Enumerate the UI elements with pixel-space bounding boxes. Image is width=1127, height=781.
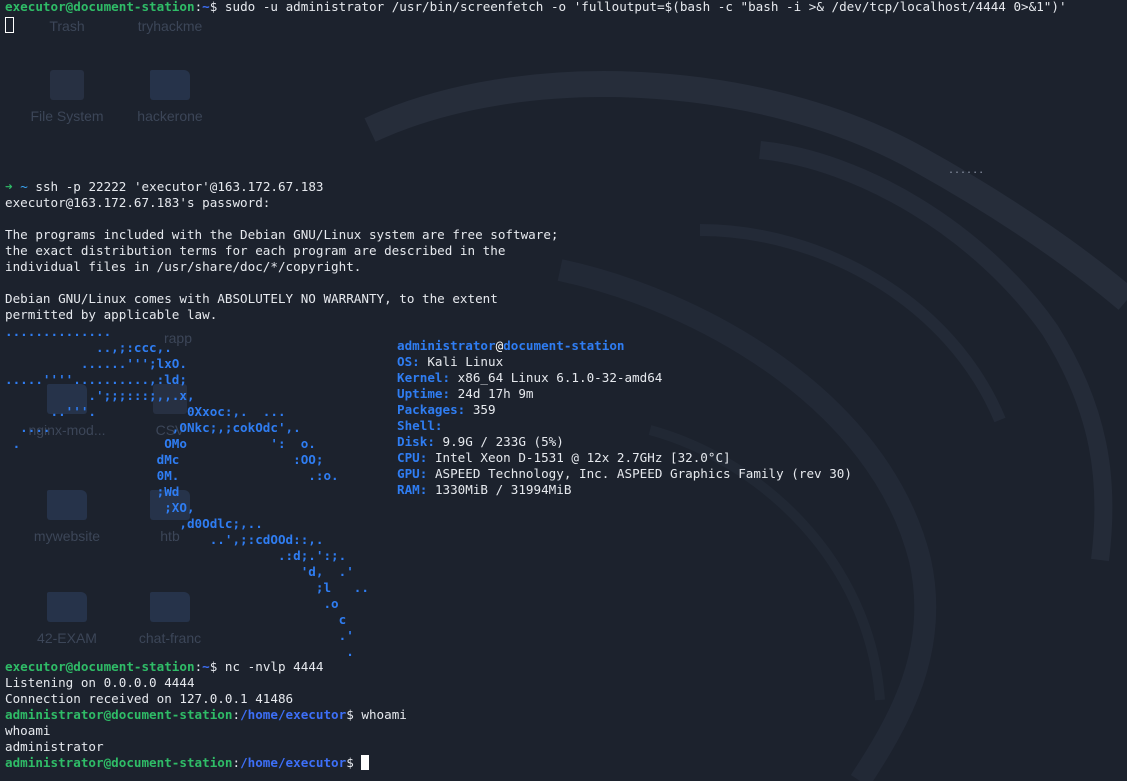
info-key: OS: bbox=[397, 354, 420, 369]
whoami-output: administrator bbox=[5, 739, 104, 754]
info-host: document-station bbox=[503, 338, 625, 353]
logo-line: . OMo ': o. bbox=[5, 436, 316, 451]
info-key: Kernel: bbox=[397, 370, 451, 385]
info-row-os: OS: Kali Linux bbox=[397, 354, 852, 370]
info-key: Packages: bbox=[397, 402, 466, 417]
info-value: x86_64 Linux 6.1.0-32-amd64 bbox=[457, 370, 663, 385]
info-value: 1330MiB / 31994MiB bbox=[434, 482, 572, 497]
info-user-host: administrator@document-station bbox=[397, 338, 852, 354]
info-row-kernel: Kernel: x86_64 Linux 6.1.0-32-amd64 bbox=[397, 370, 852, 386]
logo-line: 0M. .:o. bbox=[5, 468, 339, 483]
logo-line: ..',;:cdOOd::,. bbox=[5, 532, 324, 547]
motd-line: the exact distribution terms for each pr… bbox=[5, 243, 506, 258]
command-line-current[interactable]: administrator@document-station:/home/exe… bbox=[5, 755, 370, 771]
info-row-uptime: Uptime: 24d 17h 9m bbox=[397, 386, 852, 402]
echo-line: whoami bbox=[5, 723, 51, 738]
logo-line: .';;;:::;,,.x, bbox=[5, 388, 195, 403]
info-key: Disk: bbox=[397, 434, 435, 449]
terminal-cursor-inactive bbox=[5, 17, 14, 33]
logo-line: ;Wd bbox=[5, 484, 180, 499]
logo-line: .............. bbox=[5, 324, 112, 339]
listening-line: Listening on 0.0.0.0 4444 bbox=[5, 675, 195, 690]
info-row-cpu: CPU: Intel Xeon D-1531 @ 12x 2.7GHz [32.… bbox=[397, 450, 852, 466]
logo-line: ......''';lxO. bbox=[5, 356, 187, 371]
motd-line: individual files in /usr/share/doc/*/cop… bbox=[5, 259, 362, 274]
info-row-disk: Disk: 9.9G / 233G (5%) bbox=[397, 434, 852, 450]
motd-line: The programs included with the Debian GN… bbox=[5, 227, 559, 242]
info-row-shell: Shell: bbox=[397, 418, 852, 434]
logo-line: .... ,ONkc;,;cokOdc',. bbox=[5, 420, 301, 435]
connection-line: Connection received on 127.0.0.1 41486 bbox=[5, 691, 294, 706]
command-text: ssh -p 22222 'executor'@163.172.67.183 bbox=[35, 179, 324, 194]
command-text: sudo -u administrator /usr/bin/screenfet… bbox=[224, 0, 1067, 14]
info-value: ASPEED Technology, Inc. ASPEED Graphics … bbox=[434, 466, 852, 481]
command-text: nc -nvlp 4444 bbox=[224, 659, 324, 674]
prompt-dir: ~ bbox=[20, 179, 28, 194]
prompt-user-host: administrator@document-station bbox=[5, 707, 233, 722]
password-prompt: executor@163.172.67.183's password: bbox=[5, 195, 271, 210]
logo-line: 'd, .' bbox=[5, 564, 354, 579]
logo-line: ..'''. 0Xxoc:,. ... bbox=[5, 404, 286, 419]
motd-line: permitted by applicable law. bbox=[5, 307, 218, 322]
logo-line: dMc :OO; bbox=[5, 452, 324, 467]
info-row-gpu: GPU: ASPEED Technology, Inc. ASPEED Grap… bbox=[397, 466, 852, 482]
logo-line: ;l .. bbox=[5, 580, 369, 595]
logo-line: .o bbox=[5, 596, 339, 611]
prompt-dir: /home/executor bbox=[240, 755, 347, 770]
prompt-dir: /home/executor bbox=[240, 707, 347, 722]
prompt-dir: ~ bbox=[202, 0, 210, 14]
info-row-packages: Packages: 359 bbox=[397, 402, 852, 418]
prompt-user-host: administrator@document-station bbox=[5, 755, 233, 770]
prompt-user-host: executor@document-station bbox=[5, 0, 195, 14]
info-value: Kali Linux bbox=[427, 354, 504, 369]
prompt-user-host: executor@document-station bbox=[5, 659, 195, 674]
logo-line: . bbox=[5, 644, 354, 659]
info-key: CPU: bbox=[397, 450, 428, 465]
screenfetch-logo: .............. ..,;:ccc,. ......''';lxO.… bbox=[5, 324, 395, 660]
info-value: 24d 17h 9m bbox=[457, 386, 534, 401]
logo-line: .' bbox=[5, 628, 354, 643]
command-line-ssh: ➜ ~ ssh -p 22222 'executor'@163.172.67.1… bbox=[5, 179, 324, 195]
info-user: administrator bbox=[397, 338, 496, 353]
logo-line: ..,;:ccc,. bbox=[5, 340, 172, 355]
command-line-screenfetch: executor@document-station:~$ sudo -u adm… bbox=[5, 0, 1067, 14]
logo-line: c bbox=[5, 612, 347, 627]
motd-line: Debian GNU/Linux comes with ABSOLUTELY N… bbox=[5, 291, 498, 306]
logo-line: .:d;.':;. bbox=[5, 548, 347, 563]
info-key: Uptime: bbox=[397, 386, 451, 401]
info-row-ram: RAM: 1330MiB / 31994MiB bbox=[397, 482, 852, 498]
command-text: whoami bbox=[361, 707, 407, 722]
info-key: GPU: bbox=[397, 466, 428, 481]
info-value: Intel Xeon D-1531 @ 12x 2.7GHz [32.0°C] bbox=[434, 450, 731, 465]
logo-line: .....''''..........,:ld; bbox=[5, 372, 187, 387]
info-key: RAM: bbox=[397, 482, 428, 497]
command-line-whoami: administrator@document-station:/home/exe… bbox=[5, 707, 407, 722]
info-value: 359 bbox=[472, 402, 496, 417]
logo-line: ;XO, bbox=[5, 500, 195, 515]
info-value: 9.9G / 233G (5%) bbox=[442, 434, 564, 449]
arrow-icon: ➜ bbox=[5, 179, 13, 194]
screenfetch-info: administrator@document-station OS: Kali … bbox=[397, 338, 852, 498]
terminal-output[interactable]: executor@document-station:~$ sudo -u adm… bbox=[5, 0, 1122, 779]
logo-line: ,d0Odlc;,.. bbox=[5, 516, 263, 531]
terminal-cursor bbox=[361, 755, 370, 770]
command-line-nc: executor@document-station:~$ nc -nvlp 44… bbox=[5, 659, 324, 674]
info-key: Shell: bbox=[397, 418, 443, 433]
prompt-dir: ~ bbox=[202, 659, 210, 674]
